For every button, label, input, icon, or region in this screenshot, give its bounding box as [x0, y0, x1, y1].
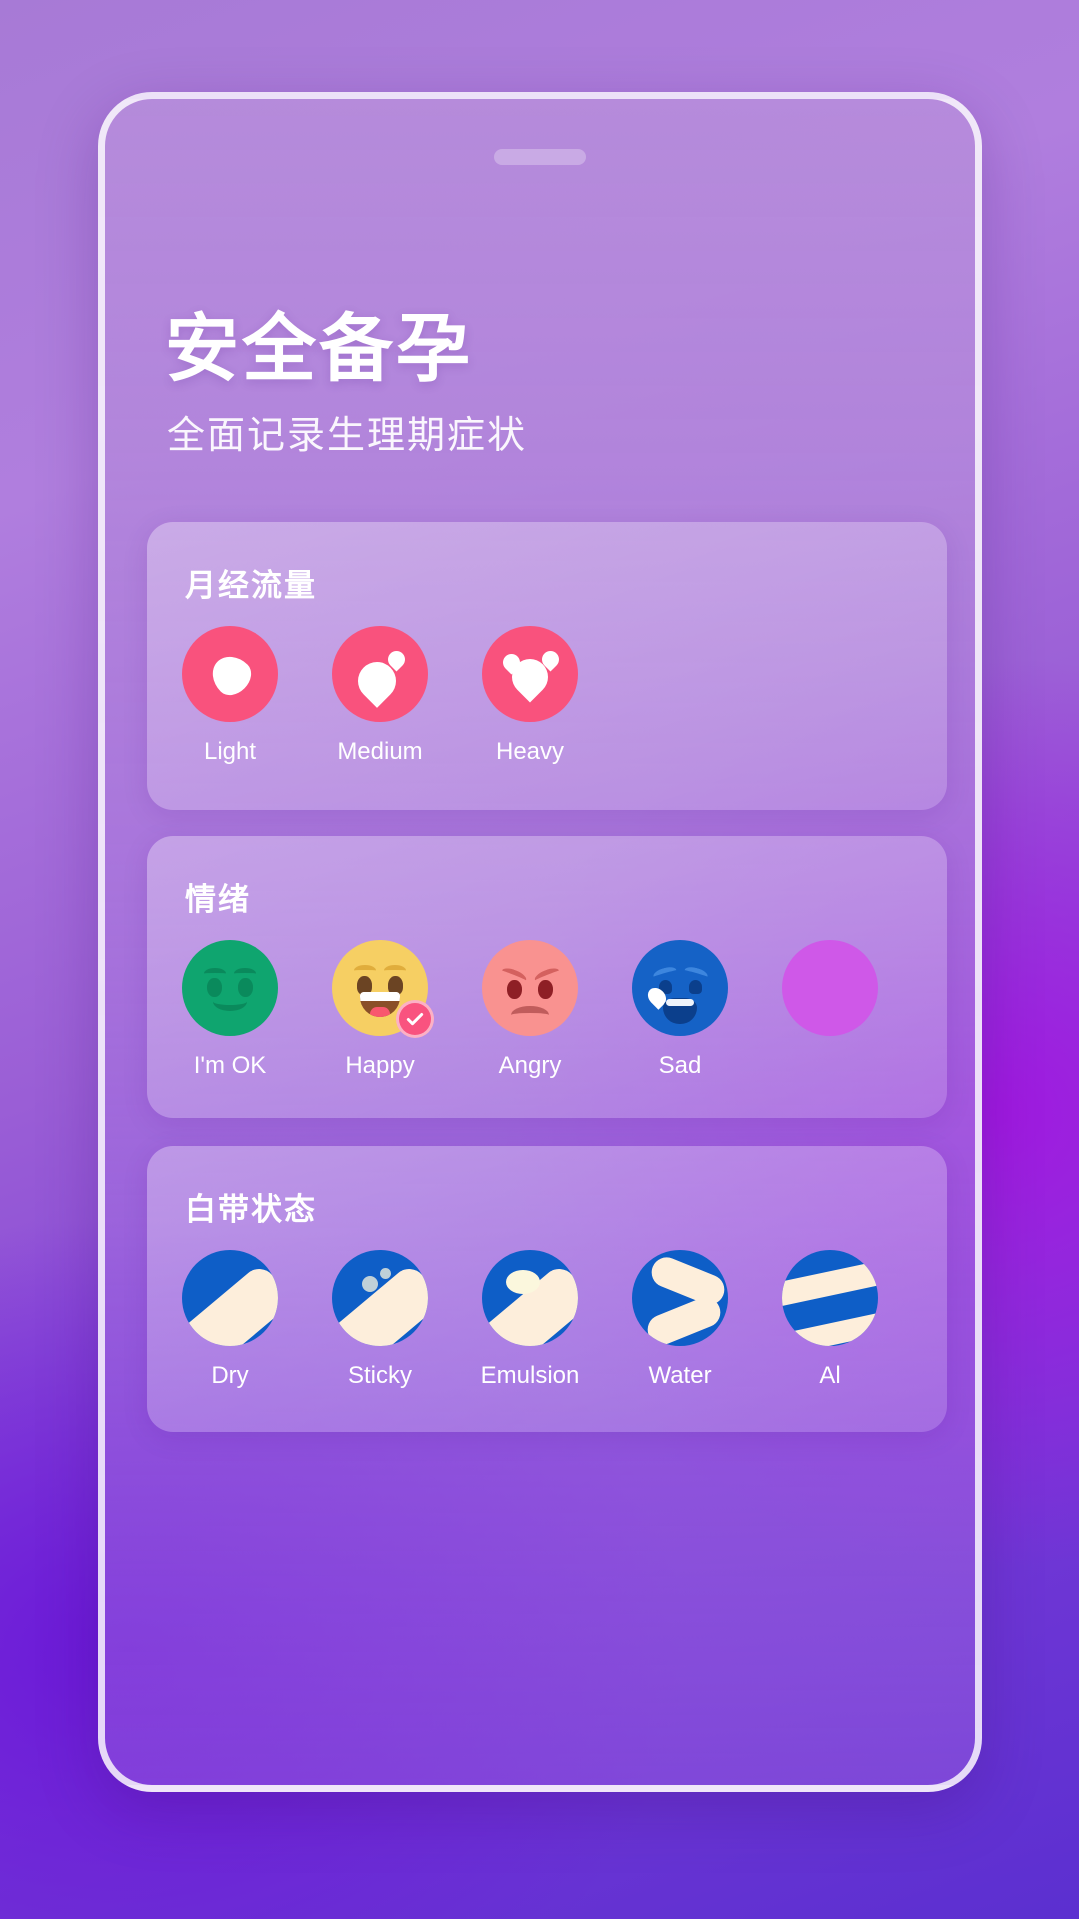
- mood-option-angry[interactable]: Angry: [481, 940, 579, 1080]
- water-drop-triple-icon: [482, 626, 578, 722]
- flow-option-label: Light: [204, 738, 256, 766]
- mood-option-label: Angry: [499, 1052, 562, 1080]
- flow-option-medium[interactable]: Medium: [331, 626, 429, 766]
- page-title: 安全备孕: [165, 289, 473, 396]
- card-title-discharge: 白带状态: [185, 1184, 317, 1229]
- mood-option-label: I'm OK: [194, 1052, 267, 1080]
- face-angry-icon: [482, 940, 578, 1036]
- fingers-albumen-icon: [782, 1250, 878, 1346]
- water-drop-double-icon: [332, 626, 428, 722]
- flow-option-heavy[interactable]: Heavy: [481, 626, 579, 766]
- fingers-emulsion-icon: [482, 1250, 578, 1346]
- check-icon: [405, 1009, 425, 1029]
- card-discharge-status: 白带状态 Dry Sticky: [147, 1146, 947, 1432]
- face-grinning-icon: [332, 940, 428, 1036]
- card-mood: 情绪 I'm OK: [147, 836, 947, 1118]
- discharge-option-label: Al: [819, 1362, 840, 1390]
- mood-option-partial[interactable]: [781, 940, 879, 1080]
- fingers-sticky-icon: [332, 1250, 428, 1346]
- discharge-options-row: Dry Sticky Emulsion: [181, 1250, 947, 1390]
- discharge-option-sticky[interactable]: Sticky: [331, 1250, 429, 1390]
- card-title-menstrual-flow: 月经流量: [185, 560, 317, 605]
- mood-option-sad[interactable]: Sad: [631, 940, 729, 1080]
- fingers-dry-icon: [182, 1250, 278, 1346]
- discharge-option-dry[interactable]: Dry: [181, 1250, 279, 1390]
- card-title-mood: 情绪: [185, 874, 251, 919]
- flow-options-row: Light Medium Heavy: [181, 626, 947, 766]
- fingers-water-icon: [632, 1250, 728, 1346]
- selected-check-badge: [396, 1000, 434, 1038]
- page-subtitle: 全面记录生理期症状: [167, 404, 527, 459]
- discharge-option-label: Dry: [211, 1362, 248, 1390]
- discharge-option-label: Emulsion: [481, 1362, 580, 1390]
- discharge-option-label: Water: [648, 1362, 711, 1390]
- flow-option-label: Medium: [337, 738, 422, 766]
- phone-mockup-frame: 安全备孕 全面记录生理期症状 月经流量 Light Medium: [98, 92, 982, 1792]
- mood-option-label: Sad: [659, 1052, 702, 1080]
- card-menstrual-flow: 月经流量 Light Medium: [147, 522, 947, 810]
- flow-option-light[interactable]: Light: [181, 626, 279, 766]
- discharge-option-emulsion[interactable]: Emulsion: [481, 1250, 579, 1390]
- discharge-option-label: Sticky: [348, 1362, 412, 1390]
- speaker-notch: [494, 149, 586, 165]
- mood-option-happy[interactable]: Happy: [331, 940, 429, 1080]
- mood-options-row: I'm OK Happy: [181, 940, 947, 1080]
- mood-option-label: Happy: [345, 1052, 414, 1080]
- face-crying-icon: [632, 940, 728, 1036]
- face-neutral-smile-icon: [182, 940, 278, 1036]
- face-partial-icon: [782, 940, 878, 1036]
- discharge-option-water[interactable]: Water: [631, 1250, 729, 1390]
- discharge-option-albumen[interactable]: Al: [781, 1250, 879, 1390]
- mood-option-im-ok[interactable]: I'm OK: [181, 940, 279, 1080]
- flow-option-label: Heavy: [496, 738, 564, 766]
- water-drop-single-icon: [182, 626, 278, 722]
